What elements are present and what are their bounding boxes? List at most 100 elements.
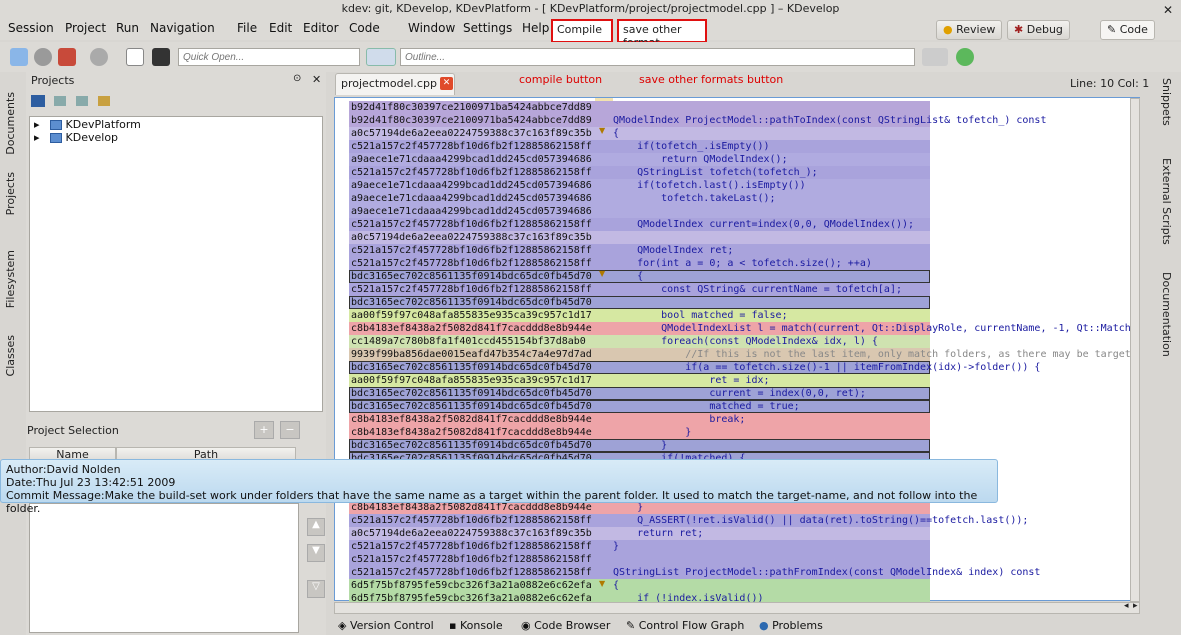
- navigate-forward-icon[interactable]: [922, 48, 948, 66]
- navigate-back-icon[interactable]: [366, 48, 396, 66]
- commit-hash: cc1489a7c780b8fa1f401ccd455154bf37d8ab0: [351, 336, 586, 347]
- code-line: {: [613, 580, 620, 591]
- debug-label: Debug: [1026, 23, 1063, 36]
- compile-button[interactable]: Compile: [551, 19, 613, 43]
- menu-editor[interactable]: Editor: [303, 21, 339, 35]
- panel-close-icon[interactable]: ✕: [312, 73, 321, 86]
- fold-marker-icon[interactable]: ▼: [599, 269, 605, 278]
- tree-item-kdevelop[interactable]: ▸ KDevelop: [34, 131, 118, 144]
- execute-icon[interactable]: [10, 48, 28, 66]
- commit-hash: a9aece1e71cdaaa4299bcad1dd245cd057394686: [351, 180, 592, 191]
- annotate-row[interactable]: a0c57194de6a2eea0224759388c37c163f89c35b: [349, 231, 930, 244]
- commit-hash: a9aece1e71cdaaa4299bcad1dd245cd057394686: [351, 193, 592, 204]
- menu-project[interactable]: Project: [65, 21, 106, 35]
- tab-filesystem[interactable]: Filesystem: [4, 250, 17, 308]
- code-line: const QString& currentName = tofetch[a];: [613, 284, 902, 295]
- tab-external-scripts[interactable]: External Scripts: [1160, 158, 1173, 245]
- debug-area-button[interactable]: ✱ Debug: [1007, 20, 1070, 40]
- remove-project-button[interactable]: −: [280, 421, 300, 439]
- stop-icon[interactable]: [90, 48, 108, 66]
- menu-help[interactable]: Help: [522, 21, 549, 35]
- konsole-icon: ▪: [449, 619, 457, 632]
- menu-code[interactable]: Code: [349, 21, 380, 35]
- annotate-row[interactable]: a9aece1e71cdaaa4299bcad1dd245cd057394686: [349, 205, 930, 218]
- review-area-button[interactable]: ● Review: [936, 20, 1003, 40]
- menu-settings[interactable]: Settings: [463, 21, 512, 35]
- annotate-row[interactable]: b92d41f80c30397ce2100971ba5424abbce7dd89: [349, 101, 930, 114]
- konsole-button[interactable]: ▪ Konsole: [449, 619, 503, 632]
- scroll-right-icon[interactable]: ▸: [1133, 601, 1138, 611]
- annotate-row[interactable]: bdc3165ec702c8561135f0914bdc65dc0fb45d70: [349, 296, 930, 309]
- tooltip-date: Date:Thu Jul 23 13:42:51 2009: [6, 476, 176, 489]
- menu-window[interactable]: Window: [408, 21, 455, 35]
- editor-horizontal-scrollbar[interactable]: [334, 602, 1140, 614]
- commit-hash: aa00f59f97c048afa855835e935ca39c957c1d17: [351, 375, 592, 386]
- code-area-button[interactable]: ✎ Code: [1100, 20, 1155, 40]
- commit-hash: c8b4183ef8438a2f5082d841f7cacddd8e8b944e: [351, 323, 592, 334]
- save-other-format-button[interactable]: save other format: [617, 19, 707, 49]
- code-browser-label: Code Browser: [534, 619, 611, 632]
- annotate-row[interactable]: c521a157c2f457728bf10d6fb2f12885862158ff: [349, 553, 930, 566]
- menu-file[interactable]: File: [237, 21, 257, 35]
- new-file-icon[interactable]: [126, 48, 144, 66]
- tree-item-kdevplatform[interactable]: ▸ KDevPlatform: [34, 118, 141, 131]
- tab-documentation[interactable]: Documentation: [1160, 272, 1173, 357]
- fold-marker-icon[interactable]: ▼: [599, 126, 605, 135]
- version-control-button[interactable]: ◈ Version Control: [338, 619, 434, 632]
- commit-tooltip: Author:David Nolden Date:Thu Jul 23 13:4…: [0, 459, 998, 515]
- tab-classes[interactable]: Classes: [4, 335, 17, 376]
- configure-icon[interactable]: [34, 48, 52, 66]
- project-clean-icon[interactable]: [76, 96, 88, 106]
- code-line: return ret;: [613, 528, 704, 539]
- project-configure-icon[interactable]: [98, 96, 110, 106]
- commit-hash: c521a157c2f457728bf10d6fb2f12885862158ff: [351, 141, 592, 152]
- menu-run[interactable]: Run: [116, 21, 139, 35]
- code-line: {: [613, 128, 620, 139]
- window-title: kdev: git, KDevelop, KDevPlatform - [ KD…: [341, 2, 840, 15]
- project-install-icon[interactable]: [54, 96, 66, 106]
- tooltip-message: Commit Message:Make the build-set work u…: [6, 489, 978, 515]
- quick-open-input[interactable]: [178, 48, 360, 66]
- save-annotation: save other formats button: [639, 73, 784, 86]
- editor-tab[interactable]: projectmodel.cpp ✕: [335, 73, 455, 95]
- menu-navigation[interactable]: Navigation: [150, 21, 215, 35]
- commit-hash: 9939f99ba856dae0015eafd47b354c7a4e97d7ad: [351, 349, 592, 360]
- menu-session[interactable]: Session: [8, 21, 54, 35]
- project-tree: ▸ KDevPlatform ▸ KDevelop: [29, 116, 323, 412]
- sort-icon[interactable]: [58, 48, 76, 66]
- tab-projects[interactable]: Projects: [4, 172, 17, 215]
- fold-marker-icon[interactable]: ▼: [599, 579, 605, 588]
- move-up-icon[interactable]: ▲: [307, 518, 325, 536]
- commit-hash: c521a157c2f457728bf10d6fb2f12885862158ff: [351, 541, 592, 552]
- tree-item-label: KDevPlatform: [65, 118, 141, 131]
- project-build-icon[interactable]: [31, 95, 45, 107]
- code-line: {: [613, 271, 644, 282]
- outline-input[interactable]: [400, 48, 915, 66]
- filter-icon[interactable]: ▽: [307, 580, 325, 598]
- code-line: break;: [613, 414, 746, 425]
- folder-icon: [49, 120, 62, 130]
- editor-vertical-scrollbar[interactable]: [1130, 98, 1140, 602]
- code-line: }: [613, 440, 668, 451]
- panel-settings-icon[interactable]: ⊙: [293, 73, 301, 84]
- tab-documents[interactable]: Documents: [4, 92, 17, 155]
- add-project-button[interactable]: +: [254, 421, 274, 439]
- bug-icon: ✱: [1014, 23, 1024, 36]
- code-line: QModelIndex ret;: [613, 245, 734, 256]
- move-down-icon[interactable]: ▼: [307, 544, 325, 562]
- bulb-icon[interactable]: [956, 48, 974, 66]
- save-icon[interactable]: [152, 48, 170, 66]
- scroll-left-icon[interactable]: ◂: [1124, 601, 1129, 611]
- menu-edit[interactable]: Edit: [269, 21, 292, 35]
- tree-item-label: KDevelop: [65, 131, 119, 144]
- problems-button[interactable]: ● Problems: [759, 619, 823, 632]
- close-window-icon[interactable]: ✕: [1163, 1, 1173, 19]
- close-tab-icon[interactable]: ✕: [440, 77, 453, 90]
- code-browser-button[interactable]: ◉ Code Browser: [521, 619, 610, 632]
- code-line: QStringList ProjectModel::pathFromIndex(…: [613, 567, 1041, 578]
- code-line: if(a == tofetch.size()-1 || itemFromInde…: [613, 362, 1041, 373]
- code-line: Q_ASSERT(!ret.isValid() || data(ret).toS…: [613, 515, 1029, 526]
- tab-snippets[interactable]: Snippets: [1160, 78, 1173, 126]
- control-flow-graph-button[interactable]: ✎ Control Flow Graph: [626, 619, 744, 632]
- code-editor[interactable]: b92d41f80c30397ce2100971ba5424abbce7dd89…: [334, 97, 1140, 605]
